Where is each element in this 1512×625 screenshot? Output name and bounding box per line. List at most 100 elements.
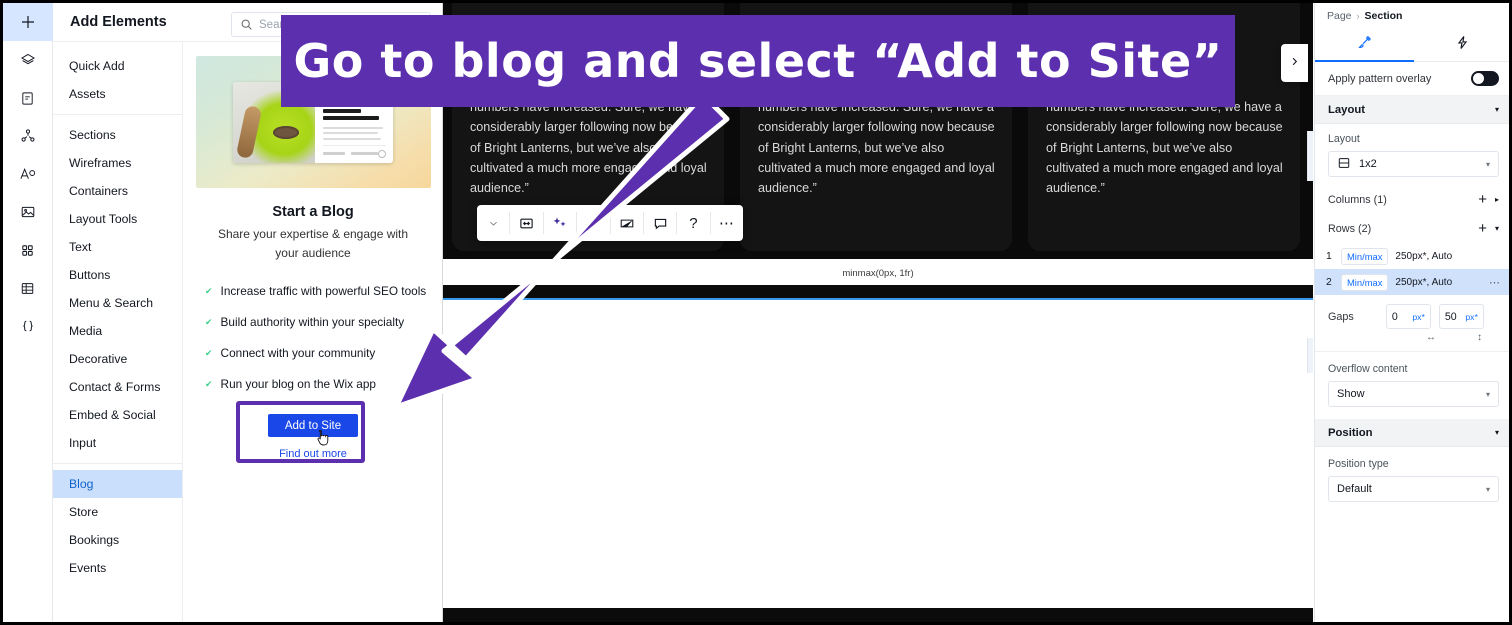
rail-item-theme[interactable]	[3, 155, 53, 193]
position-type-value: Default	[1337, 483, 1372, 495]
blog-card-headline	[323, 108, 386, 120]
columns-label: Columns (1)	[1328, 193, 1387, 206]
menu-item-bookings[interactable]: Bookings	[53, 526, 182, 554]
menu-item-embed-social[interactable]: Embed & Social	[53, 401, 182, 429]
testimonial-text: numbers have increased. Sure, we have a …	[1046, 100, 1283, 196]
code-braces-icon	[20, 318, 36, 334]
section-strip-bottom	[443, 608, 1313, 622]
rail-item-media[interactable]	[3, 193, 53, 231]
position-type-select[interactable]: Default ▾	[1328, 476, 1499, 502]
overflow-value: Show	[1337, 388, 1365, 400]
element-floating-toolbar[interactable]: ? ⋯	[477, 205, 743, 241]
animation-icon[interactable]	[611, 205, 643, 241]
paint-icon[interactable]	[577, 205, 609, 241]
menu-item-events[interactable]: Events	[53, 554, 182, 582]
tab-interactions[interactable]	[1414, 29, 1510, 61]
add-row-button[interactable]: +	[1478, 221, 1487, 236]
row-track-1[interactable]: 1 Min/max 250px*, Auto	[1315, 243, 1509, 269]
row-more-options-icon[interactable]: ⋯	[1489, 276, 1501, 289]
row-minmax-chip[interactable]: Min/max	[1341, 273, 1389, 291]
menu-item-store[interactable]: Store	[53, 498, 182, 526]
add-column-button[interactable]: +	[1478, 192, 1487, 207]
rail-item-dev-mode[interactable]	[3, 307, 53, 345]
stretch-icon[interactable]	[510, 205, 542, 241]
collapse-panel-button[interactable]	[1281, 44, 1308, 82]
check-icon: ✔	[205, 286, 213, 297]
minmax-label: minmax(0px, 1fr)	[842, 268, 914, 279]
breadcrumb-parent[interactable]: Page	[1327, 10, 1352, 22]
menu-item-input[interactable]: Input	[53, 429, 182, 457]
row-track-2[interactable]: 2 Min/max 250px*, Auto ⋯	[1315, 269, 1509, 295]
text-theme-icon	[19, 166, 36, 182]
row-minmax-chip[interactable]: Min/max	[1341, 247, 1389, 265]
gaps-row: Gaps 0 px* 50 px*	[1315, 295, 1509, 329]
menu-item-wireframes[interactable]: Wireframes	[53, 149, 182, 177]
rail-item-site-structure[interactable]	[3, 117, 53, 155]
comment-icon[interactable]	[644, 205, 676, 241]
benefits-list: ✔ Increase traffic with powerful SEO too…	[198, 284, 428, 408]
blog-card-footer	[323, 144, 386, 158]
empty-section-area[interactable]	[443, 300, 1313, 608]
rail-item-pages[interactable]	[3, 79, 53, 117]
layout-field: Layout 1x2 ▾	[1315, 124, 1509, 177]
chevron-down-icon[interactable]: ▾	[1495, 224, 1499, 233]
inspector-tabs	[1315, 29, 1510, 62]
benefit-label: Run your blog on the Wix app	[220, 377, 376, 392]
ai-sparkle-icon[interactable]	[544, 205, 576, 241]
menu-item-layout-tools[interactable]: Layout Tools	[53, 205, 182, 233]
rail-item-add-elements[interactable]	[3, 3, 53, 41]
page-icon	[20, 91, 35, 106]
chevron-down-icon: ▾	[1485, 484, 1490, 494]
layout-grid-icon	[1337, 156, 1351, 173]
gap-horizontal-input[interactable]: 0 px*	[1385, 304, 1431, 329]
testimonial-text: numbers have increased. Sure, we have a …	[470, 100, 707, 196]
layout-section-header[interactable]: Layout ▾	[1315, 96, 1509, 124]
menu-item-assets[interactable]: Assets	[53, 80, 182, 108]
layout-field-label: Layout	[1328, 133, 1360, 145]
heart-icon	[378, 149, 386, 158]
chevron-right-icon[interactable]: ▸	[1495, 195, 1499, 204]
menu-item-quick-add[interactable]: Quick Add	[53, 52, 182, 80]
gap-vertical-value: 50	[1444, 310, 1457, 323]
tab-design[interactable]	[1315, 29, 1414, 62]
benefit-label: Increase traffic with powerful SEO tools	[220, 284, 427, 299]
menu-item-contact-forms[interactable]: Contact & Forms	[53, 373, 182, 401]
blog-card-body-lines	[323, 126, 386, 140]
chevron-down-icon: ▾	[1494, 105, 1499, 114]
menu-item-buttons[interactable]: Buttons	[53, 261, 182, 289]
overflow-field: Overflow content Show ▾	[1315, 352, 1509, 419]
more-options-icon[interactable]: ⋯	[711, 205, 743, 241]
rows-label: Rows (2)	[1328, 222, 1372, 235]
list-item: ✔ Connect with your community	[198, 346, 428, 360]
menu-item-text[interactable]: Text	[53, 233, 182, 261]
overflow-select[interactable]: Show ▾	[1328, 381, 1499, 407]
rail-item-apps[interactable]	[3, 231, 53, 269]
rail-item-cms[interactable]	[3, 269, 53, 307]
help-icon[interactable]: ?	[677, 205, 709, 241]
canvas-side-handle[interactable]	[1307, 338, 1313, 373]
inspector-panel: Page › Section Apply pattern overlay Lay…	[1314, 3, 1510, 622]
position-section-header[interactable]: Position ▾	[1315, 419, 1509, 447]
gap-horizontal-value: 0	[1391, 310, 1398, 323]
list-item: ✔ Run your blog on the Wix app	[198, 377, 428, 391]
menu-item-decorative[interactable]: Decorative	[53, 345, 182, 373]
hierarchy-icon	[20, 128, 36, 144]
find-out-more-link[interactable]: Find out more	[268, 448, 358, 460]
rail-item-layers[interactable]	[3, 41, 53, 79]
layout-select[interactable]: 1x2 ▾	[1328, 151, 1499, 177]
instruction-banner: Go to blog and select “Add to Site”	[281, 15, 1235, 107]
menu-item-blog[interactable]: Blog	[53, 470, 182, 498]
add-to-site-button[interactable]: Add to Site	[268, 414, 358, 438]
list-item: ✔ Build authority within your specialty	[198, 315, 428, 329]
pattern-overlay-toggle[interactable]	[1471, 71, 1499, 86]
menu-item-containers[interactable]: Containers	[53, 177, 182, 205]
gap-vertical-input[interactable]: 50 px*	[1438, 304, 1484, 329]
image-icon	[20, 204, 36, 220]
page-title: Add Elements	[70, 14, 167, 30]
chevron-down-icon[interactable]	[477, 205, 509, 241]
vertical-arrow-icon: ↕	[1477, 332, 1482, 343]
menu-item-menu-search[interactable]: Menu & Search	[53, 289, 182, 317]
canvas-side-handle[interactable]	[1307, 131, 1313, 181]
menu-item-sections[interactable]: Sections	[53, 121, 182, 149]
menu-item-media[interactable]: Media	[53, 317, 182, 345]
